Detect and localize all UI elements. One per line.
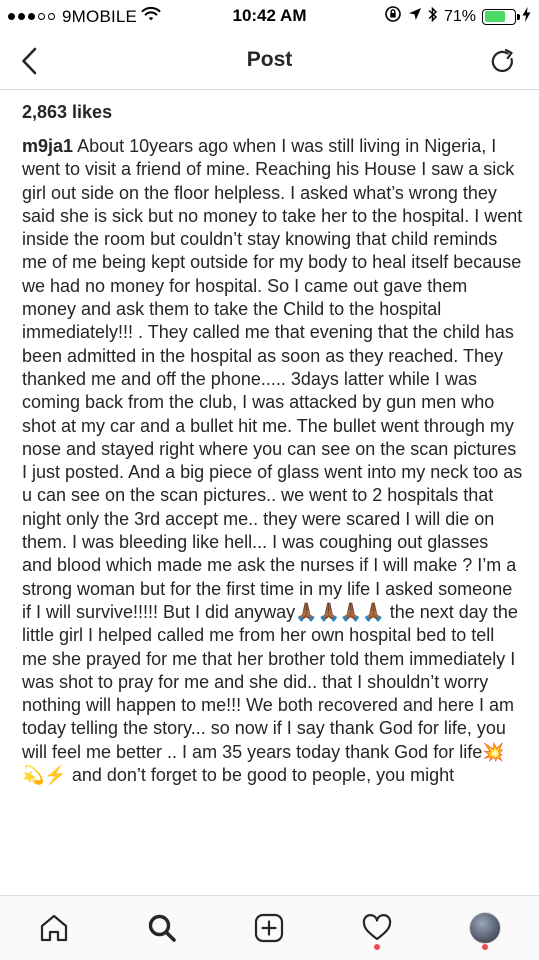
notification-dot	[374, 944, 381, 950]
search-icon	[148, 914, 176, 942]
tab-new-post[interactable]	[241, 900, 297, 956]
post-content: 2,863 likes m9ja1 About 10years ago when…	[0, 90, 539, 895]
tab-home[interactable]	[26, 900, 82, 956]
caption-text: About 10years ago when I was still livin…	[22, 136, 523, 786]
tab-profile[interactable]	[457, 900, 513, 956]
location-icon	[408, 7, 422, 26]
status-bar: 9MOBILE 10:42 AM 71%	[0, 0, 539, 34]
bottom-tab-bar	[0, 895, 539, 960]
home-icon	[40, 914, 67, 942]
profile-notification-dot	[482, 944, 489, 950]
page-title: Post	[246, 48, 293, 71]
caption-username[interactable]: m9ja1	[22, 136, 73, 156]
orientation-lock-icon	[384, 5, 402, 28]
likes-count[interactable]: 2,863 likes	[22, 102, 523, 123]
charging-icon	[522, 6, 531, 27]
heart-icon	[363, 914, 392, 941]
battery-icon	[482, 8, 520, 25]
bluetooth-icon	[428, 6, 438, 28]
nav-bar: Post	[0, 34, 539, 90]
add-post-icon	[255, 913, 284, 943]
refresh-icon	[491, 48, 513, 73]
profile-avatar	[469, 912, 502, 944]
tab-activity[interactable]	[349, 900, 405, 956]
refresh-button[interactable]	[487, 46, 519, 78]
status-icons: 71%	[384, 5, 531, 28]
post-caption: m9ja1 About 10years ago when I was still…	[22, 135, 523, 787]
tab-search[interactable]	[134, 900, 190, 956]
battery-percent: 71%	[443, 7, 476, 25]
